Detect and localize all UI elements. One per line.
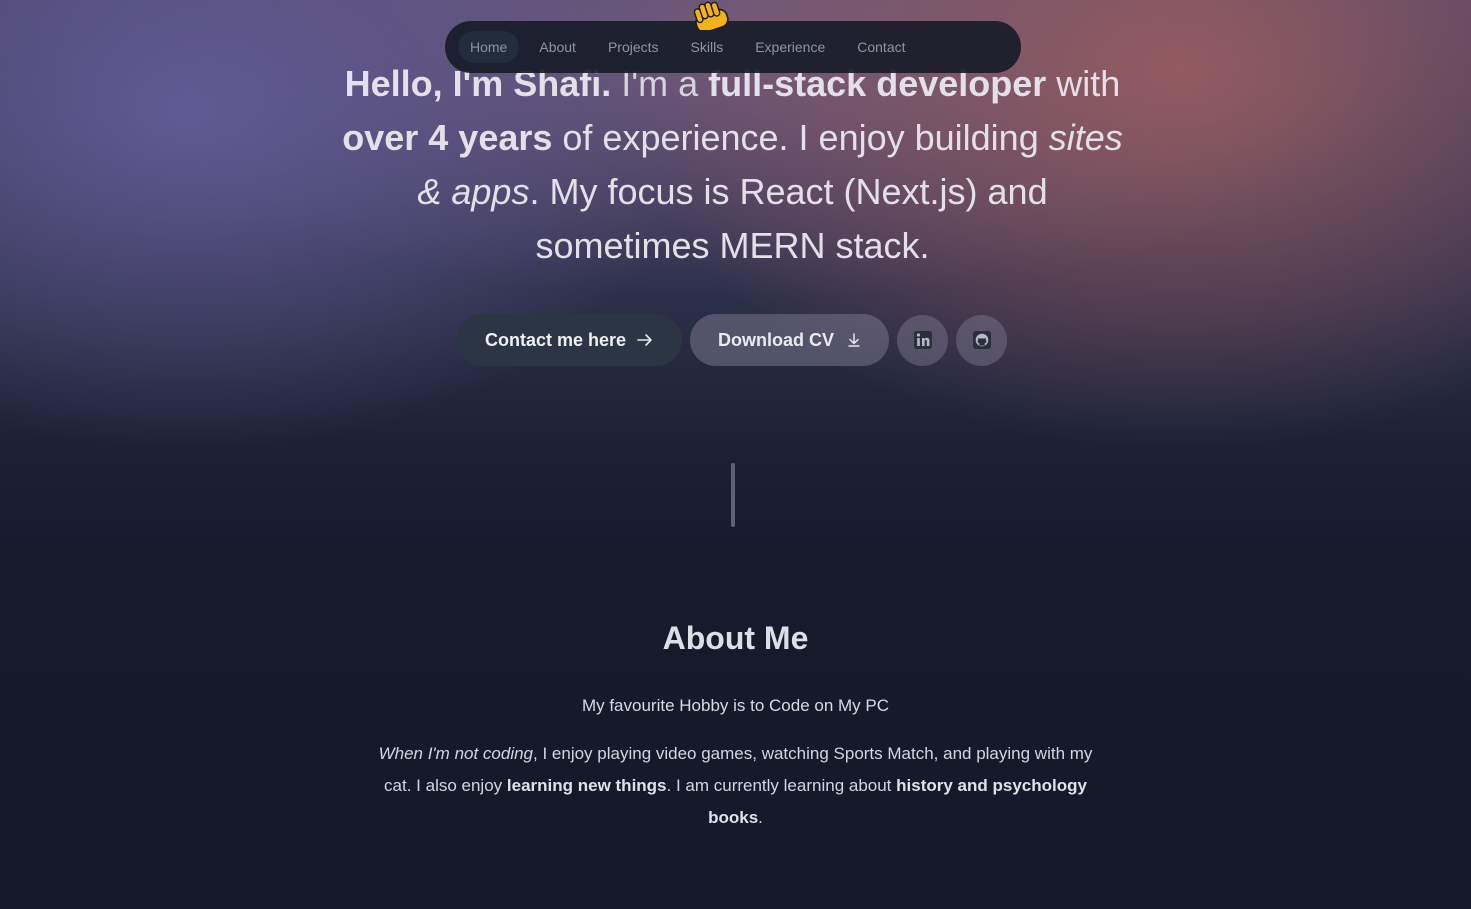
hero-text-4: . My focus is React (Next.js) and someti… bbox=[529, 171, 1048, 266]
about-paragraph: When I'm not coding, I enjoy playing vid… bbox=[368, 738, 1103, 834]
nav-item-projects[interactable]: Projects bbox=[596, 31, 671, 63]
download-cv-button[interactable]: Download CV bbox=[690, 314, 889, 366]
github-icon bbox=[972, 331, 991, 349]
download-cv-label: Download CV bbox=[718, 329, 834, 350]
arrow-right-icon bbox=[637, 334, 652, 346]
hero-text-2: with bbox=[1056, 63, 1121, 104]
contact-me-label: Contact me here bbox=[485, 329, 627, 350]
download-icon bbox=[848, 333, 860, 347]
waving-hand-icon bbox=[693, 1, 729, 30]
hero-years: over 4 years bbox=[342, 117, 553, 158]
nav-item-contact[interactable]: Contact bbox=[845, 31, 917, 63]
about-text-2: . I am currently learning about bbox=[666, 776, 897, 795]
linkedin-button[interactable] bbox=[897, 314, 948, 366]
hero-text-3: of experience. I enjoy building bbox=[552, 117, 1049, 158]
scroll-indicator bbox=[731, 463, 735, 527]
hero-actions: Contact me here Download CV bbox=[457, 314, 1015, 366]
nav-item-about[interactable]: About bbox=[527, 31, 588, 63]
about-italic: When I'm not coding bbox=[378, 744, 534, 763]
linkedin-icon bbox=[913, 331, 932, 349]
about-title: About Me bbox=[662, 620, 809, 656]
contact-me-button[interactable]: Contact me here bbox=[457, 314, 682, 366]
nav-item-home[interactable]: Home bbox=[458, 31, 520, 63]
about-text-3: . bbox=[758, 808, 763, 827]
nav-item-skills[interactable]: Skills bbox=[679, 31, 736, 63]
about-subtitle: My favourite Hobby is to Code on My PC bbox=[581, 696, 890, 715]
about-bold-1: learning new things bbox=[506, 776, 667, 795]
github-button[interactable] bbox=[956, 314, 1007, 366]
nav-item-experience[interactable]: Experience bbox=[743, 31, 837, 63]
hero-intro: Hello, I'm Shafi. I'm a full-stack devel… bbox=[340, 57, 1125, 273]
top-navigation: Home About Projects Skills Experience Co… bbox=[445, 21, 1021, 73]
